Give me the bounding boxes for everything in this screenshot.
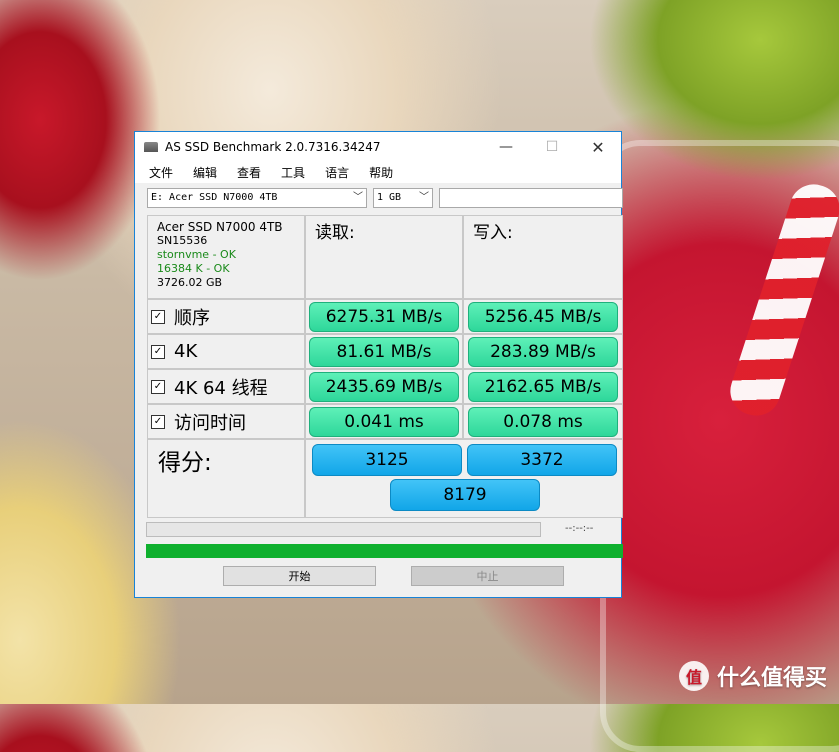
size-select-value: 1 GB <box>377 192 402 203</box>
checkbox-checked-icon[interactable]: ✓ <box>151 414 165 429</box>
total-score: 8179 <box>390 479 540 511</box>
4k-read-cell: 81.61 MB/s <box>305 334 463 369</box>
drive-capacity: 3726.02 GB <box>157 276 223 289</box>
minimize-icon[interactable]: — <box>483 132 529 162</box>
4k64-read-cell: 2435.69 MB/s <box>305 369 463 404</box>
watermark: 值 什么值得买 <box>678 660 827 692</box>
row-label-text: 4K <box>174 341 198 362</box>
access-write-value: 0.078 ms <box>468 406 618 437</box>
write-header: 写入: <box>463 215 623 299</box>
maximize-icon[interactable]: ☐ <box>529 132 575 162</box>
menu-edit[interactable]: 编辑 <box>193 164 217 181</box>
chevron-down-icon[interactable]: ﹀ <box>353 189 363 207</box>
drive-name: Acer SSD N7000 4TB <box>157 220 283 234</box>
progress-bar <box>146 522 541 537</box>
menu-view[interactable]: 查看 <box>237 164 261 181</box>
access-read-value: 0.041 ms <box>309 406 459 437</box>
toolbar: E: Acer SSD N7000 4TB ﹀ 1 GB ﹀ <box>147 188 623 210</box>
row-label-4k[interactable]: ✓ 4K <box>147 334 305 369</box>
seq-write-value: 5256.45 MB/s <box>468 301 618 332</box>
access-write-cell: 0.078 ms <box>463 404 623 439</box>
menu-help[interactable]: 帮助 <box>369 164 393 181</box>
4k64-write-cell: 2162.65 MB/s <box>463 369 623 404</box>
benchmark-window: AS SSD Benchmark 2.0.7316.34247 — ☐ ✕ 文件… <box>134 131 623 598</box>
seq-read-value: 6275.31 MB/s <box>309 301 459 332</box>
row-label-access[interactable]: ✓ 访问时间 <box>147 404 305 439</box>
title-bar[interactable]: AS SSD Benchmark 2.0.7316.34247 — ☐ ✕ <box>135 132 621 162</box>
close-icon[interactable]: ✕ <box>575 132 621 162</box>
score-area: 3125 3372 8179 <box>305 439 623 518</box>
completion-bar <box>146 544 623 558</box>
menu-bar: 文件 编辑 查看 工具 语言 帮助 <box>135 162 621 183</box>
drive-select-value: E: Acer SSD N7000 4TB <box>151 192 278 203</box>
start-button[interactable]: 开始 <box>223 566 376 586</box>
drive-info-panel: Acer SSD N7000 4TB SN15536 stornvme - OK… <box>147 215 305 299</box>
row-label-text: 访问时间 <box>174 412 246 434</box>
4k-write-cell: 283.89 MB/s <box>463 334 623 369</box>
watermark-logo-icon: 值 <box>678 661 709 691</box>
row-label-4k64[interactable]: ✓ 4K 64 线程 <box>147 369 305 404</box>
score-label: 得分: <box>147 439 305 518</box>
menu-file[interactable]: 文件 <box>149 164 173 181</box>
drive-serial: SN15536 <box>157 234 208 247</box>
drive-select[interactable]: E: Acer SSD N7000 4TB ﹀ <box>147 188 367 208</box>
checkbox-checked-icon[interactable]: ✓ <box>151 309 165 324</box>
chevron-down-icon[interactable]: ﹀ <box>419 189 429 207</box>
row-label-text: 顺序 <box>174 307 210 329</box>
stop-button[interactable]: 中止 <box>411 566 564 586</box>
read-score: 3125 <box>312 444 462 476</box>
menu-tools[interactable]: 工具 <box>281 164 305 181</box>
text-field[interactable] <box>439 188 623 208</box>
size-select[interactable]: 1 GB ﹀ <box>373 188 433 208</box>
seq-read-cell: 6275.31 MB/s <box>305 299 463 334</box>
access-read-cell: 0.041 ms <box>305 404 463 439</box>
alignment-status: 16384 K - OK <box>157 262 230 275</box>
4k64-write-value: 2162.65 MB/s <box>468 371 618 402</box>
write-score: 3372 <box>467 444 617 476</box>
checkbox-checked-icon[interactable]: ✓ <box>151 379 165 394</box>
seq-write-cell: 5256.45 MB/s <box>463 299 623 334</box>
row-label-text: 4K 64 线程 <box>174 377 268 399</box>
elapsed-time: --:--:-- <box>565 523 594 534</box>
menu-language[interactable]: 语言 <box>325 164 349 181</box>
4k64-read-value: 2435.69 MB/s <box>309 371 459 402</box>
driver-status: stornvme - OK <box>157 248 236 261</box>
read-header: 读取: <box>305 215 463 299</box>
drive-app-icon <box>144 142 158 152</box>
watermark-text: 什么值得买 <box>716 666 827 691</box>
4k-read-value: 81.61 MB/s <box>309 336 459 367</box>
row-label-seq[interactable]: ✓ 顺序 <box>147 299 305 334</box>
4k-write-value: 283.89 MB/s <box>468 336 618 367</box>
checkbox-checked-icon[interactable]: ✓ <box>151 344 165 359</box>
window-title: AS SSD Benchmark 2.0.7316.34247 <box>165 140 381 154</box>
